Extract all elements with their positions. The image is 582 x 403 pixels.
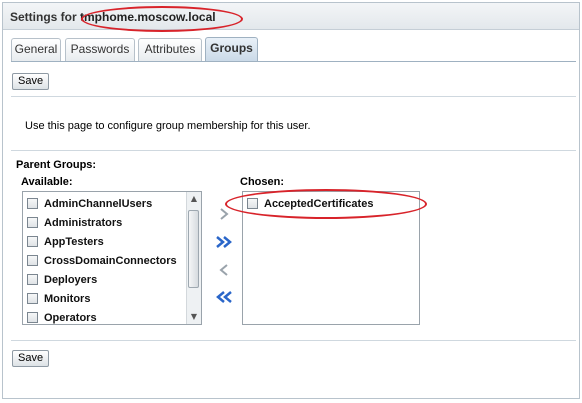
- available-scrollbar[interactable]: ▲ ▼: [186, 192, 201, 324]
- list-item-label: AppTesters: [44, 235, 104, 248]
- list-item[interactable]: Monitors: [27, 289, 90, 308]
- divider-middle: [11, 150, 576, 151]
- available-label: Available:: [21, 176, 73, 188]
- checkbox[interactable]: [27, 312, 38, 323]
- list-item[interactable]: Administrators: [27, 213, 122, 232]
- move-right-icon[interactable]: [213, 207, 235, 225]
- tab-underline: [11, 61, 576, 62]
- divider-top: [11, 96, 576, 97]
- title-bar: Settings for tmphome.moscow.local: [3, 3, 579, 30]
- divider-bottom: [11, 340, 576, 341]
- available-listbox[interactable]: AdminChannelUsers Administrators AppTest…: [22, 191, 202, 325]
- scroll-down-icon[interactable]: ▼: [189, 312, 199, 322]
- checkbox[interactable]: [27, 255, 38, 266]
- list-item[interactable]: Deployers: [27, 270, 97, 289]
- move-all-left-icon[interactable]: [213, 290, 235, 308]
- parent-groups-label: Parent Groups:: [16, 159, 97, 171]
- move-all-right-icon[interactable]: [213, 235, 235, 253]
- checkbox[interactable]: [27, 217, 38, 228]
- tab-passwords[interactable]: Passwords: [65, 38, 135, 61]
- list-item-label: AdminChannelUsers: [44, 197, 153, 210]
- list-item[interactable]: AcceptedCertificates: [247, 194, 373, 213]
- save-button-top[interactable]: Save: [12, 73, 50, 90]
- scroll-thumb[interactable]: [188, 210, 199, 288]
- checkbox[interactable]: [247, 198, 258, 209]
- tab-groups[interactable]: Groups: [205, 37, 258, 62]
- list-item[interactable]: CrossDomainConnectors: [27, 251, 177, 270]
- title-host: tmphome.moscow.local: [80, 10, 216, 24]
- chosen-listbox[interactable]: AcceptedCertificates: [242, 191, 420, 325]
- checkbox[interactable]: [27, 198, 38, 209]
- list-item-label: Administrators: [44, 216, 123, 229]
- title-prefix: Settings for: [10, 10, 81, 24]
- scroll-up-icon[interactable]: ▲: [189, 194, 199, 204]
- list-item-label: Deployers: [44, 273, 98, 286]
- tab-attributes[interactable]: Attributes: [138, 38, 202, 61]
- list-item[interactable]: Operators: [27, 308, 97, 324]
- list-item-label: Operators: [44, 311, 97, 324]
- settings-panel: Settings for tmphome.moscow.local Genera…: [2, 2, 580, 399]
- checkbox[interactable]: [27, 236, 38, 247]
- page-description: Use this page to configure group members…: [25, 120, 311, 132]
- list-item-label: AcceptedCertificates: [264, 197, 374, 210]
- save-button-bottom[interactable]: Save: [12, 350, 50, 367]
- list-item-label: CrossDomainConnectors: [44, 254, 177, 267]
- tab-general[interactable]: General: [11, 38, 61, 61]
- list-item[interactable]: AppTesters: [27, 232, 104, 251]
- move-left-icon[interactable]: [213, 263, 235, 281]
- list-item[interactable]: AdminChannelUsers: [27, 194, 152, 213]
- chosen-label: Chosen:: [240, 176, 284, 188]
- checkbox[interactable]: [27, 274, 38, 285]
- page-title: Settings for tmphome.moscow.local: [10, 10, 216, 24]
- list-item-label: Monitors: [44, 292, 91, 305]
- checkbox[interactable]: [27, 293, 38, 304]
